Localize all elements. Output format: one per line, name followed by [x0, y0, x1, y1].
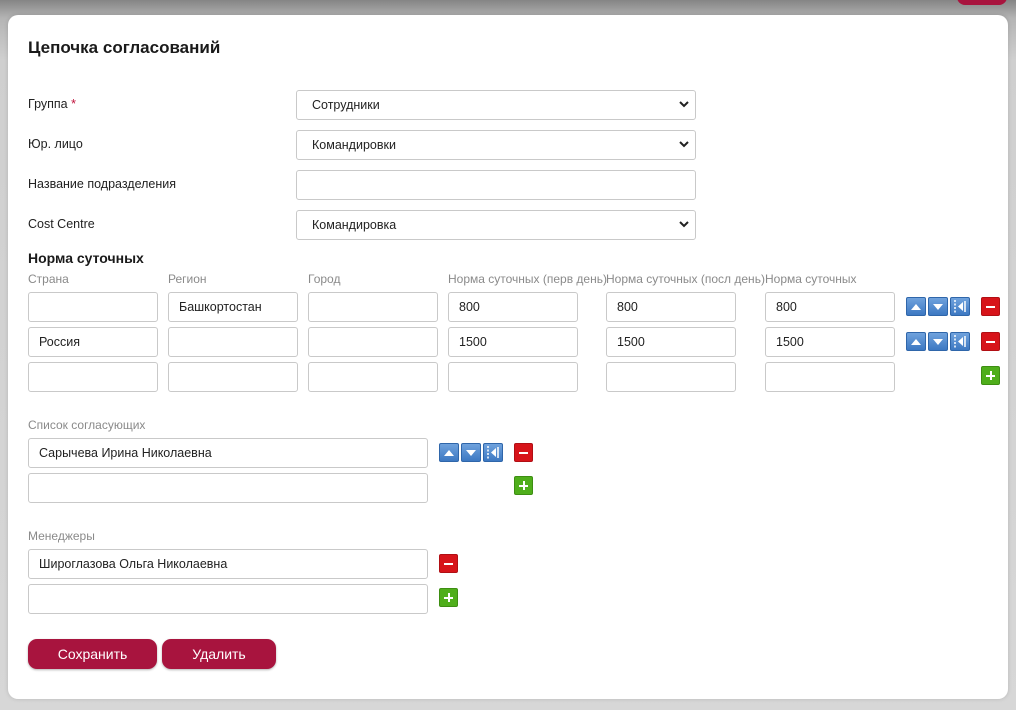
plus-icon [519, 481, 528, 490]
minus-icon [986, 340, 995, 343]
collapse-button[interactable] [950, 297, 970, 316]
delete-button[interactable]: Удалить [162, 639, 276, 669]
delete-approver-button[interactable] [514, 443, 533, 462]
department-input[interactable] [296, 170, 696, 200]
approver-input[interactable]: Сарычева Ирина Николаевна [28, 438, 428, 468]
daily-rate-input[interactable]: 1500 [765, 327, 895, 357]
arrow-down-icon [933, 338, 943, 345]
arrow-up-icon [911, 303, 921, 310]
collapse-icon [954, 335, 966, 348]
group-select-value: Сотрудники [312, 98, 380, 112]
page-title: Цепочка согласований [28, 38, 221, 57]
region-input[interactable] [168, 327, 298, 357]
department-label: Название подразделения [28, 177, 177, 191]
move-up-button[interactable] [906, 297, 926, 316]
daily-rate-input[interactable] [765, 362, 895, 392]
first-day-rate-input[interactable]: 1500 [448, 327, 578, 357]
approvers-title: Список согласующих [28, 418, 146, 432]
city-input[interactable] [308, 327, 438, 357]
save-button[interactable]: Сохранить [28, 639, 157, 669]
chevron-down-icon [679, 221, 689, 228]
collapse-button[interactable] [950, 332, 970, 351]
last-day-rate-input[interactable]: 800 [606, 292, 736, 322]
approver-input[interactable] [28, 473, 428, 503]
collapse-button[interactable] [483, 443, 503, 462]
per-diem-title: Норма суточных [28, 250, 144, 266]
collapse-icon [954, 300, 966, 313]
move-down-button[interactable] [928, 297, 948, 316]
city-input[interactable] [308, 292, 438, 322]
collapse-icon [487, 446, 499, 459]
column-header-first-day: Норма суточных (перв день) [448, 272, 607, 286]
approval-chain-card: Цепочка согласований Группа * Сотрудники… [8, 15, 1008, 699]
plus-icon [444, 593, 453, 602]
add-approver-button[interactable] [514, 476, 533, 495]
country-input[interactable] [28, 292, 158, 322]
required-mark: * [71, 97, 76, 111]
arrow-up-icon [444, 449, 454, 456]
manager-input[interactable] [28, 584, 428, 614]
cost-centre-label: Cost Centre [28, 217, 95, 231]
column-header-country: Страна [28, 272, 69, 286]
legal-entity-select-value: Командировки [312, 138, 396, 152]
chevron-down-icon [679, 141, 689, 148]
legal-entity-label: Юр. лицо [28, 137, 83, 151]
group-label: Группа * [28, 97, 76, 111]
country-input[interactable] [28, 362, 158, 392]
column-header-daily: Норма суточных [765, 272, 857, 286]
group-label-text: Группа [28, 97, 68, 111]
legal-entity-select[interactable]: Командировки [296, 130, 696, 160]
arrow-up-icon [911, 338, 921, 345]
plus-icon [986, 371, 995, 380]
manager-input[interactable]: Широглазова Ольга Николаевна [28, 549, 428, 579]
cost-centre-select[interactable]: Командировка [296, 210, 696, 240]
minus-icon [986, 305, 995, 308]
minus-icon [519, 451, 528, 454]
move-down-button[interactable] [928, 332, 948, 351]
city-input[interactable] [308, 362, 438, 392]
managers-title: Менеджеры [28, 529, 95, 543]
chevron-down-icon [679, 101, 689, 108]
daily-rate-input[interactable]: 800 [765, 292, 895, 322]
delete-row-button[interactable] [981, 332, 1000, 351]
arrow-down-icon [466, 449, 476, 456]
add-row-button[interactable] [981, 366, 1000, 385]
delete-row-button[interactable] [981, 297, 1000, 316]
cost-centre-select-value: Командировка [312, 218, 397, 232]
group-select[interactable]: Сотрудники [296, 90, 696, 120]
first-day-rate-input[interactable] [448, 362, 578, 392]
column-header-city: Город [308, 272, 341, 286]
last-day-rate-input[interactable]: 1500 [606, 327, 736, 357]
minus-icon [444, 562, 453, 565]
add-manager-button[interactable] [439, 588, 458, 607]
column-header-region: Регион [168, 272, 207, 286]
move-up-button[interactable] [906, 332, 926, 351]
country-input[interactable]: Россия [28, 327, 158, 357]
delete-manager-button[interactable] [439, 554, 458, 573]
move-up-button[interactable] [439, 443, 459, 462]
top-right-button-edge[interactable] [957, 0, 1007, 5]
last-day-rate-input[interactable] [606, 362, 736, 392]
arrow-down-icon [933, 303, 943, 310]
move-down-button[interactable] [461, 443, 481, 462]
region-input[interactable] [168, 362, 298, 392]
region-input[interactable]: Башкортостан [168, 292, 298, 322]
first-day-rate-input[interactable]: 800 [448, 292, 578, 322]
column-header-last-day: Норма суточных (посл день) [606, 272, 765, 286]
